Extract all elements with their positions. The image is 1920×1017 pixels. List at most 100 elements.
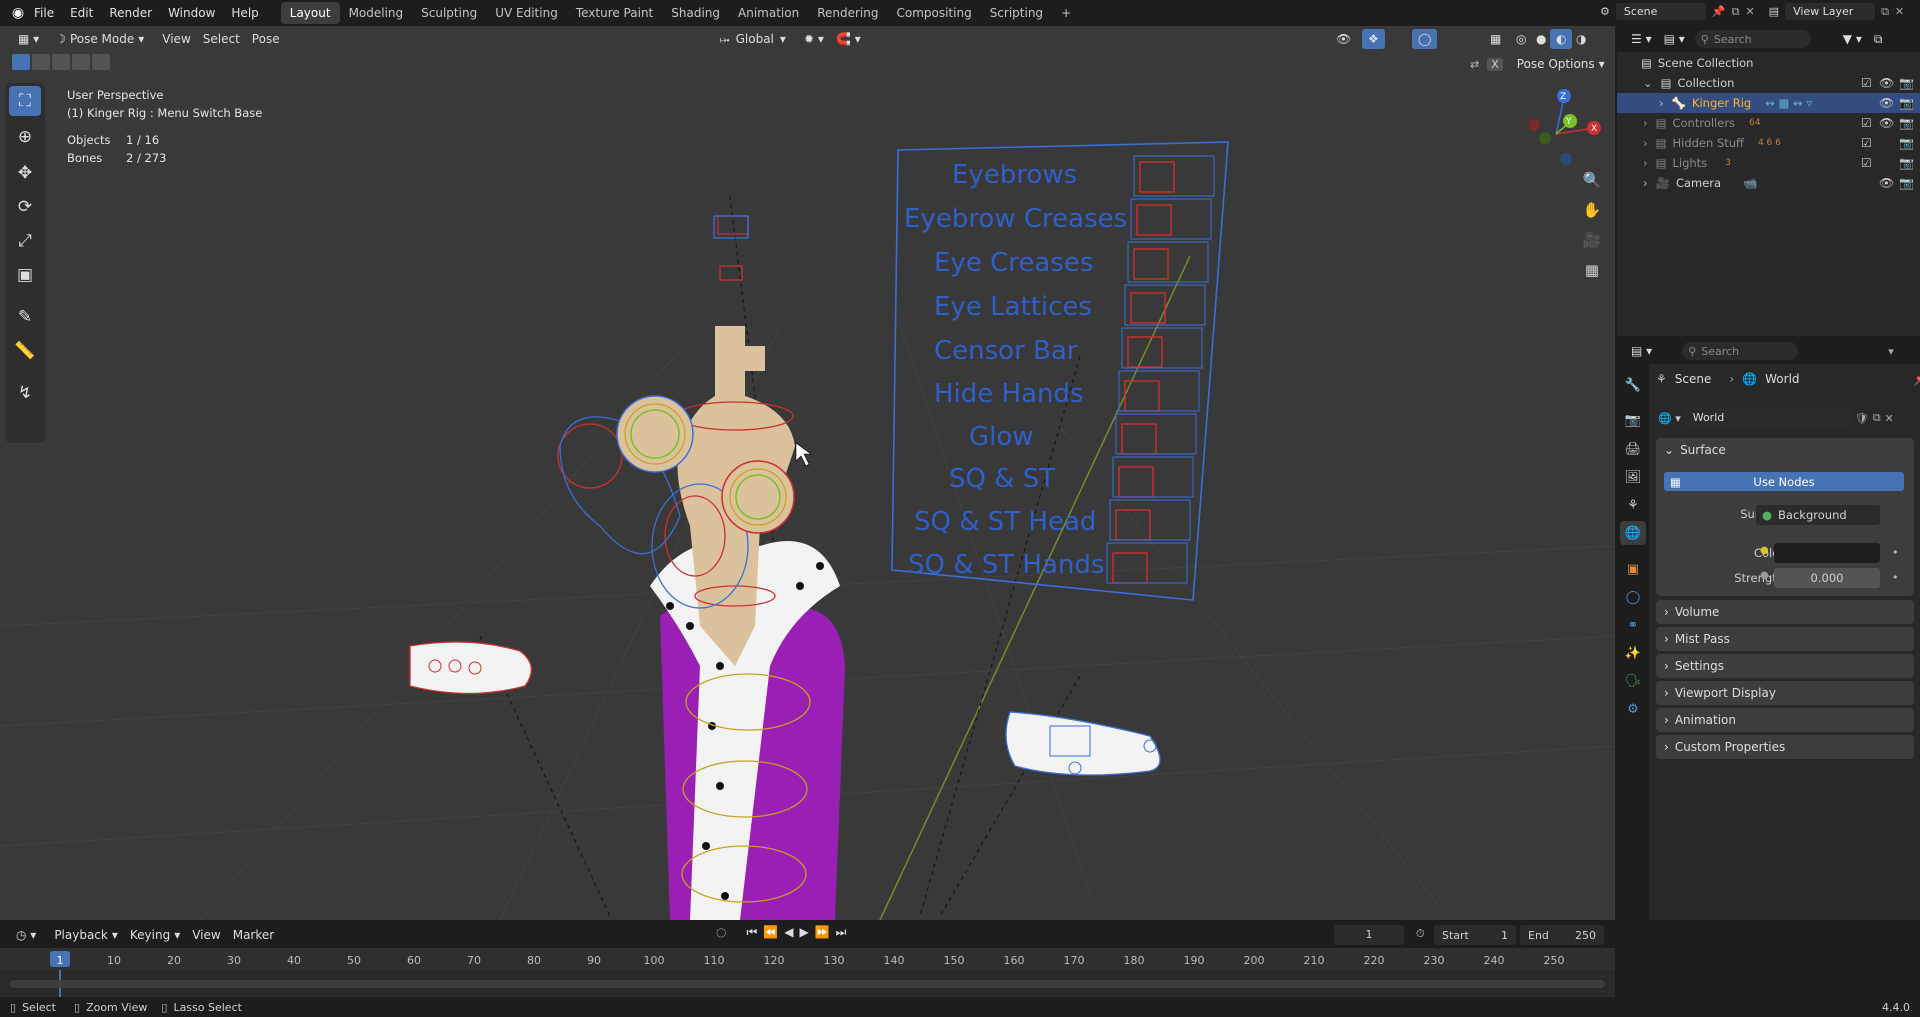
camera-render-icon[interactable]: 📷 [1899, 76, 1914, 90]
menu-view[interactable]: View [156, 29, 196, 49]
checkbox-icon[interactable]: ☑ [1861, 136, 1872, 150]
expand-arrow-icon[interactable]: › [1643, 156, 1648, 170]
bone-envelope-tool[interactable]: ↯ [9, 378, 41, 408]
outliner-item-camera[interactable]: › 🎥 Camera 📹 👁 📷 [1617, 173, 1920, 193]
jump-end-icon[interactable]: ⏭ [836, 925, 847, 940]
outliner-item-controllers[interactable]: › ▤ Controllers 64 ☑ 👁 📷 [1617, 113, 1920, 133]
mode-selector[interactable]: ☽ Pose Mode ▾ [49, 29, 150, 49]
select-intersect-icon[interactable] [92, 54, 110, 70]
add-workspace-button[interactable]: + [1052, 2, 1080, 24]
outliner-item-lights[interactable]: › ▤ Lights 3 ☑ 📷 [1617, 153, 1920, 173]
zoom-icon[interactable]: 🔍 [1578, 166, 1606, 194]
properties-editor-icon[interactable]: ▤ ▾ [1625, 341, 1658, 361]
mirror-icon[interactable]: ⇄ [1470, 58, 1479, 71]
record-icon[interactable]: ○ [716, 925, 726, 940]
chevron-down-icon[interactable]: ▾ [1888, 345, 1894, 358]
menu-file[interactable]: File [26, 0, 62, 26]
camera-render-icon[interactable]: 📷 [1899, 176, 1914, 190]
filter-icon[interactable]: ▼ ▾ [1837, 29, 1868, 49]
fake-user-icon[interactable]: 🛡 [1855, 412, 1869, 425]
select-box-tool[interactable]: ⛶ [9, 86, 41, 116]
play-icon[interactable]: ▶ [799, 925, 808, 940]
outliner-editor-icon[interactable]: ☰ ▾ [1625, 29, 1658, 49]
checkbox-icon[interactable]: ☑ [1861, 116, 1872, 130]
panel-viewport-display[interactable]: › Viewport Display [1656, 681, 1914, 705]
menu-pose[interactable]: Pose [246, 29, 286, 49]
breadcrumb-scene[interactable]: Scene [1675, 372, 1712, 386]
outliner-search-input[interactable]: ⚲ Search [1694, 30, 1811, 48]
outliner-item-kinger-rig[interactable]: › 🦴 Kinger Rig ↭ ▦ ↭ ▿ 👁 📷 [1617, 93, 1920, 113]
tab-animation[interactable]: Animation [729, 2, 808, 24]
new-scene-icon[interactable]: ⧉ [1732, 5, 1740, 19]
play-reverse-icon[interactable]: ◀ [784, 925, 793, 940]
expand-arrow-icon[interactable]: › [1659, 96, 1664, 110]
camera-render-icon[interactable]: 📷 [1899, 116, 1914, 130]
keyframe-dot-icon[interactable]: • [1892, 571, 1899, 584]
view-layer-tab-icon[interactable]: 🖼 [1620, 465, 1646, 489]
visibility-icon[interactable]: 👁 [1330, 29, 1357, 49]
scene-selector[interactable]: Scene [1615, 3, 1706, 20]
annotate-tool[interactable]: ✎ [9, 302, 41, 332]
editor-type-icon[interactable]: ▦ ▾ [12, 29, 45, 49]
snap-icon[interactable]: 🧲 ▾ [830, 29, 867, 49]
checkbox-icon[interactable]: ☑ [1861, 76, 1872, 90]
tab-layout[interactable]: Layout [280, 2, 340, 24]
scene-tab-icon[interactable]: ⚘ [1620, 493, 1646, 517]
menu-render[interactable]: Render [101, 0, 160, 26]
menu-marker[interactable]: Marker [227, 925, 280, 945]
expand-arrow-icon[interactable]: › [1643, 176, 1648, 190]
rendered-shading-icon[interactable]: ◑ [1570, 29, 1592, 49]
bone-constraint-tab-icon[interactable]: ⚙ [1620, 697, 1646, 721]
eye-icon[interactable]: 👁 [1879, 116, 1894, 130]
output-tab-icon[interactable]: 🖨 [1620, 437, 1646, 461]
tab-sculpting[interactable]: Sculpting [412, 2, 486, 24]
eye-icon[interactable]: 👁 [1879, 96, 1894, 110]
panel-animation[interactable]: › Animation [1656, 708, 1914, 732]
end-frame-input[interactable]: End 250 [1520, 925, 1604, 945]
menu-keying[interactable]: Keying ▾ [124, 925, 186, 945]
surface-panel-header[interactable]: ⌄ Surface [1656, 438, 1914, 462]
menu-timeline-view[interactable]: View [186, 925, 226, 945]
object-tab-icon[interactable]: ▣ [1620, 557, 1646, 581]
new-view-layer-icon[interactable]: ⧉ [1881, 5, 1889, 19]
prev-keyframe-icon[interactable]: ⏪ [763, 925, 778, 940]
tab-modeling[interactable]: Modeling [340, 2, 413, 24]
scale-tool[interactable]: ⤢ [9, 226, 41, 256]
rotate-tool[interactable]: ⟳ [9, 192, 41, 222]
cursor-tool[interactable]: ⊕ [9, 122, 41, 152]
delete-scene-icon[interactable]: ✕ [1745, 5, 1754, 18]
pose-options-dropdown[interactable]: Pose Options ▾ [1511, 54, 1611, 74]
start-frame-input[interactable]: Start 1 [1434, 925, 1516, 945]
pin-icon[interactable]: 📌 [1914, 372, 1920, 386]
overlay-toggle-icon[interactable]: ◯ [1412, 29, 1438, 49]
pivot-icon[interactable]: ✹ ▾ [798, 29, 830, 49]
select-new-icon[interactable] [12, 54, 30, 70]
expand-arrow-icon[interactable]: ⌄ [1643, 76, 1653, 90]
measure-tool[interactable]: 📏 [9, 336, 41, 366]
menu-select[interactable]: Select [197, 29, 246, 49]
perspective-grid-icon[interactable]: ▦ [1578, 256, 1606, 284]
transform-tool[interactable]: ▣ [9, 260, 41, 290]
delete-view-layer-icon[interactable]: ✕ [1895, 5, 1904, 18]
menu-edit[interactable]: Edit [62, 0, 101, 26]
world-name-field[interactable]: World [1684, 408, 1851, 428]
render-tab-icon[interactable]: 📷 [1620, 408, 1646, 432]
unlink-icon[interactable]: ✕ [1885, 412, 1894, 425]
x-mirror-icon[interactable]: X [1487, 57, 1503, 71]
expand-arrow-icon[interactable]: › [1643, 136, 1648, 150]
3d-viewport[interactable]: Z X Y Eyebrows Eyebrow Creases Eye Creas… [0, 26, 1615, 920]
tab-scripting[interactable]: Scripting [981, 2, 1052, 24]
move-tool[interactable]: ✥ [9, 158, 41, 188]
new-collection-icon[interactable]: ⧉ [1868, 29, 1889, 49]
outliner-item-hidden-stuff[interactable]: › ▤ Hidden Stuff 4 6 6 ☑ 📷 [1617, 133, 1920, 153]
outliner-item-collection[interactable]: ⌄ ▤ Collection ☑ 👁 📷 [1617, 73, 1920, 93]
jump-start-icon[interactable]: ⏮ [746, 925, 757, 940]
display-mode-icon[interactable]: ▤ ▾ [1658, 29, 1691, 49]
armature-data-tab-icon[interactable]: ✨ [1620, 641, 1646, 665]
blender-logo-icon[interactable]: ◉ [10, 5, 26, 21]
panel-settings[interactable]: › Settings [1656, 654, 1914, 678]
menu-window[interactable]: Window [160, 0, 223, 26]
physics-tab-icon[interactable]: ◯ [1620, 585, 1646, 609]
world-tab-icon[interactable]: 🌐 [1620, 521, 1646, 545]
frame-ruler[interactable]: 1 10 20 30 40 50 60 70 80 90 100 110 120 130 140 150 160… [0, 948, 1615, 970]
